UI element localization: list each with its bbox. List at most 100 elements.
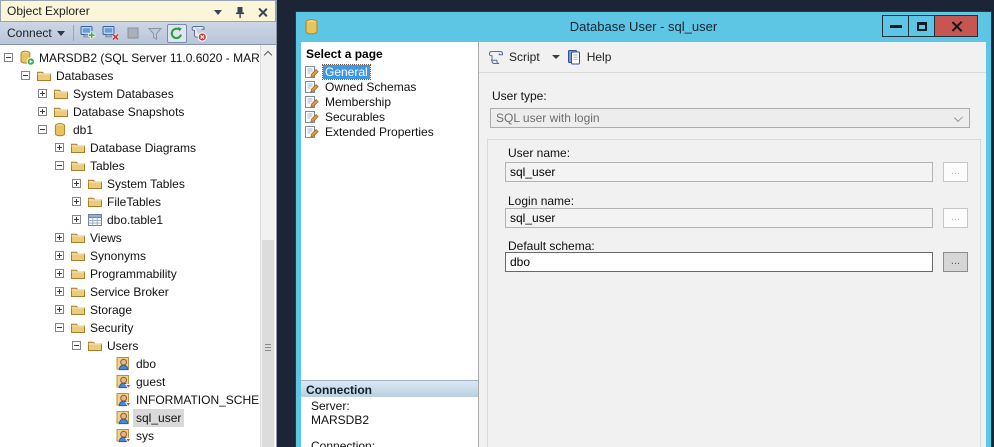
dialog-content: Script Help User type: SQL user with log…: [479, 42, 986, 447]
tree-item-synonyms[interactable]: Synonyms: [0, 247, 260, 265]
tree-item-filetables[interactable]: FileTables: [0, 193, 260, 211]
object-explorer-panel: Object Explorer Connect MARSDB2 (SQL Ser…: [0, 0, 277, 447]
close-button[interactable]: [934, 15, 978, 37]
disconnect-server-icon[interactable]: [101, 24, 121, 43]
tree-item-service-broker[interactable]: Service Broker: [0, 283, 260, 301]
expand-icon[interactable]: [55, 287, 64, 296]
user-icon: [116, 356, 132, 372]
tree-item-dbo[interactable]: dbo: [0, 355, 260, 373]
script-dropdown-icon[interactable]: [552, 55, 560, 59]
tree-item-sql-user[interactable]: sql_user: [0, 409, 260, 427]
tree-item-programmability[interactable]: Programmability: [0, 265, 260, 283]
login-name-field[interactable]: [505, 208, 933, 228]
tree-item-guest[interactable]: guest: [0, 373, 260, 391]
page-item-securables[interactable]: Securables: [304, 109, 387, 124]
user-type-value: SQL user with login: [496, 111, 600, 125]
expand-icon[interactable]: [55, 251, 64, 260]
page-item-extended-properties[interactable]: Extended Properties: [304, 124, 436, 139]
object-explorer-titlebar: Object Explorer: [0, 0, 276, 22]
tree-item-label: Storage: [87, 301, 135, 319]
collapse-icon[interactable]: [55, 161, 64, 170]
refresh-icon[interactable]: [167, 24, 187, 43]
expand-icon[interactable]: [38, 89, 47, 98]
user-disabled-icon: [116, 428, 132, 444]
collapse-icon[interactable]: [38, 125, 47, 134]
default-schema-field[interactable]: [505, 252, 933, 272]
tree-item-views[interactable]: Views: [0, 229, 260, 247]
connect-button[interactable]: Connect: [0, 22, 71, 44]
tree-item-label: Programmability: [87, 265, 180, 283]
page-item-membership[interactable]: Membership: [304, 94, 393, 109]
tree-item-sys[interactable]: sys: [0, 427, 260, 445]
tree-item-label: Tables: [87, 157, 128, 175]
tree-item-dbo-table1[interactable]: dbo.table1: [0, 211, 260, 229]
collapse-icon[interactable]: [21, 71, 30, 80]
collapse-icon[interactable]: [72, 341, 81, 350]
collapse-icon[interactable]: [55, 323, 64, 332]
minimize-button[interactable]: [882, 15, 909, 37]
expand-icon[interactable]: [72, 215, 81, 224]
tree-item-label: Users: [104, 337, 141, 355]
tree-item-information-schem[interactable]: INFORMATION_SCHEM: [0, 391, 260, 409]
pin-icon[interactable]: [233, 5, 247, 19]
expand-icon[interactable]: [55, 269, 64, 278]
tree-item-label: dbo: [133, 355, 159, 373]
maximize-button[interactable]: [908, 15, 935, 37]
script-error-icon[interactable]: [189, 24, 209, 43]
filter-icon[interactable]: [145, 24, 165, 43]
user-disabled-icon: [116, 392, 132, 408]
tree-item-marsdb2-sql-server-11-0-6020-m[interactable]: MARSDB2 (SQL Server 11.0.6020 - MARSD: [0, 49, 260, 67]
tree-item-database-diagrams[interactable]: Database Diagrams: [0, 139, 260, 157]
dialog-body: Select a page GeneralOwned SchemasMember…: [301, 42, 986, 447]
expand-icon[interactable]: [55, 233, 64, 242]
tree-item-label: Database Snapshots: [70, 103, 187, 121]
scrollbar-thumb[interactable]: [262, 240, 274, 447]
tree-item-label: MARSDB2 (SQL Server 11.0.6020 - MARSD: [36, 49, 260, 67]
folder-icon: [70, 302, 86, 318]
page-item-general[interactable]: General: [304, 64, 370, 79]
page-icon: [304, 95, 319, 109]
close-panel-icon[interactable]: [255, 5, 269, 19]
tree-item-security[interactable]: Security: [0, 319, 260, 337]
tree-item-tables[interactable]: Tables: [0, 157, 260, 175]
collapse-icon[interactable]: [4, 53, 13, 62]
default-schema-browse-button[interactable]: ...: [943, 252, 968, 272]
page-item-owned-schemas[interactable]: Owned Schemas: [304, 79, 418, 94]
tree-item-label: System Tables: [104, 175, 188, 193]
tree-scrollbar[interactable]: [260, 45, 275, 447]
expand-icon[interactable]: [72, 179, 81, 188]
expand-icon[interactable]: [38, 107, 47, 116]
tree-item-system-databases[interactable]: System Databases: [0, 85, 260, 103]
tree-item-label: db1: [70, 121, 96, 139]
stop-icon[interactable]: [123, 24, 143, 43]
expand-icon[interactable]: [55, 305, 64, 314]
login-name-browse-button[interactable]: ...: [943, 208, 968, 228]
user-name-field[interactable]: [505, 162, 933, 182]
select-page-header: Select a page: [301, 42, 478, 61]
dialog-titlebar[interactable]: Database User - sql_user: [296, 12, 991, 42]
tree-item-database-snapshots[interactable]: Database Snapshots: [0, 103, 260, 121]
user-type-combobox[interactable]: SQL user with login: [490, 108, 970, 128]
tree-item-users[interactable]: Users: [0, 337, 260, 355]
page-item-label: Extended Properties: [323, 125, 436, 139]
tree-item-db1[interactable]: db1: [0, 121, 260, 139]
user-name-browse-button[interactable]: ...: [943, 162, 968, 182]
help-button[interactable]: Help: [566, 49, 612, 65]
window-position-icon[interactable]: [211, 5, 225, 19]
chevron-down-icon: [954, 113, 963, 122]
scroll-up-icon[interactable]: [261, 45, 275, 61]
tree-item-storage[interactable]: Storage: [0, 301, 260, 319]
expand-icon[interactable]: [55, 143, 64, 152]
tree-item-databases[interactable]: Databases: [0, 67, 260, 85]
page-icon: [304, 65, 319, 79]
tree-item-system-tables[interactable]: System Tables: [0, 175, 260, 193]
connect-server-icon[interactable]: [79, 24, 99, 43]
database-icon: [53, 122, 69, 138]
login-name-label: Login name:: [508, 194, 574, 208]
script-button[interactable]: Script: [487, 49, 540, 65]
database-user-dialog: Database User - sql_user Select a page G…: [296, 12, 991, 447]
expand-icon[interactable]: [72, 197, 81, 206]
tree-item-label: dbo.table1: [104, 211, 166, 229]
object-explorer-title: Object Explorer: [7, 4, 90, 18]
server-value: MARSDB2: [311, 413, 369, 427]
